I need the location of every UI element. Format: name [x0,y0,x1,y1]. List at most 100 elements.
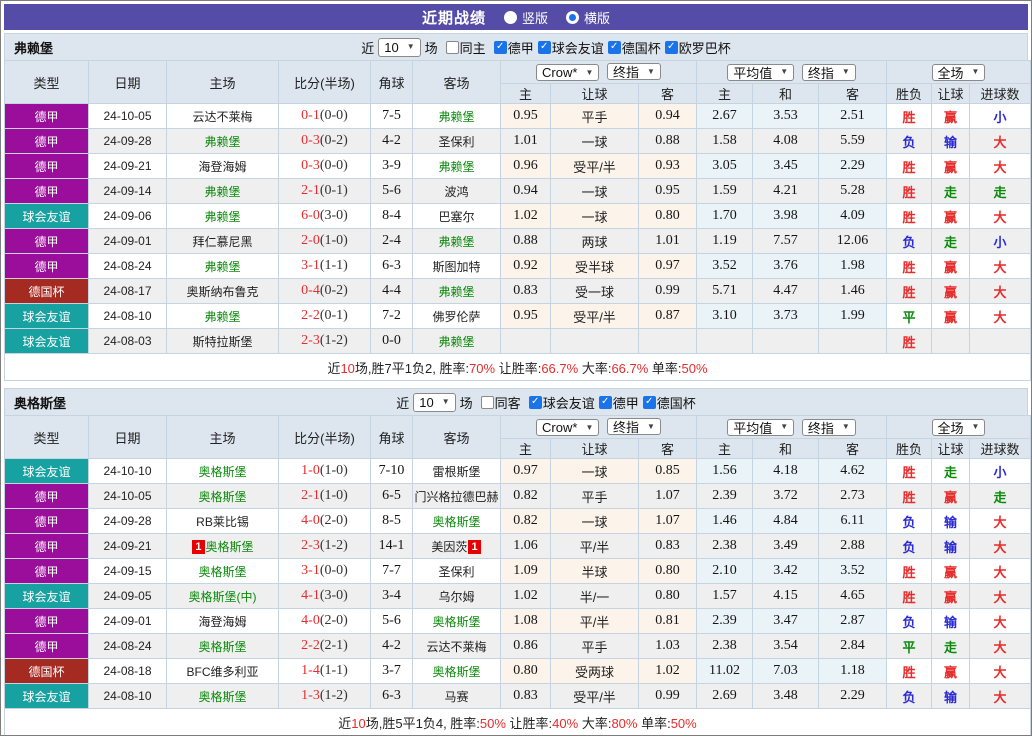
chevron-down-icon: ▼ [780,67,789,76]
date-cell: 24-09-01 [88,608,167,634]
odds-final-select[interactable]: 终指 ▼ [607,418,661,435]
home-team-cell: 海登海姆 [166,608,279,634]
league-cell: 德甲 [4,508,89,534]
fulltime-score: 0-1 [301,108,320,123]
checkbox-icon [642,395,656,409]
league-filter-checkbox[interactable]: 球会友谊 [528,393,595,412]
match-count-select[interactable]: 10 ▼ [378,37,421,57]
team-name-text: 弗赖堡 [438,284,475,299]
radio-label: 横版 [584,10,611,26]
match-count-select[interactable]: 10 ▼ [413,392,456,412]
league-filter-checkbox[interactable]: 德甲 [493,38,534,57]
result-cell: 胜 [886,558,932,584]
summary-text: 场,胜5平1负4, 胜率: [365,715,480,731]
halftime-score: (1-0) [319,233,348,248]
radio-vertical-layout[interactable]: 竖版 [503,8,548,27]
home-team-cell: 云达不莱梅 [166,103,279,129]
date-cell: 24-10-10 [88,458,167,484]
same-venue-checkbox[interactable]: 同客 [480,393,521,412]
odds-home-cell: 0.97 [500,458,551,484]
date-cell: 24-08-24 [88,253,167,279]
filter-controls: 近 10 ▼ 场 同主 德甲 球会友谊 德国杯 欧罗巴杯 [361,37,731,57]
summary-stat-value: 40% [552,715,579,731]
league-cell: 球会友谊 [4,328,89,354]
corners-cell: 5-6 [370,178,413,204]
odds-away-cell: 0.85 [638,458,697,484]
odds-group-header: Crow* ▼ 终指 ▼ [500,60,697,84]
fulltime-score: 6-0 [301,208,320,223]
goals-result-cell: 大 [968,683,1031,709]
odds-away-cell: 0.80 [638,203,697,229]
avg-draw-cell: 4.15 [752,583,819,609]
corners-cell: 3-9 [370,153,413,179]
odds-source-select[interactable]: Crow* ▼ [536,419,600,436]
corners-cell: 8-4 [370,203,413,229]
away-team-cell: 波鸿 [412,178,501,204]
match-row: 球会友谊 24-08-10 弗赖堡 2-2(0-1) 7-2 佛罗伦萨 0.95 受平/半 0.… [4,303,1031,329]
avg-source-value: 平均值 [733,420,773,436]
odds-home-cell: 0.82 [500,508,551,534]
team-name-text: 云达不莱梅 [192,109,253,124]
scope-select[interactable]: 全场 ▼ [931,418,986,436]
match-row: 德甲 24-10-05 云达不莱梅 0-1(0-0) 7-5 弗赖堡 0.95 平手 0.94 2… [4,103,1031,129]
league-filter-checkbox[interactable]: 欧罗巴杯 [664,38,731,57]
avg-source-select[interactable]: 平均值 ▼ [727,63,795,81]
checkbox-icon [480,395,494,409]
radio-horizontal-layout[interactable]: 横版 [566,8,610,27]
odds-home-cell: 1.06 [500,533,551,559]
avg-source-select[interactable]: 平均值 ▼ [727,418,795,436]
halftime-score: (0-1) [319,183,348,198]
league-filter-checkbox[interactable]: 德甲 [598,393,639,412]
col-header-score: 比分(半场) [278,60,371,104]
score-cell: 2-0(1-0) [278,228,371,254]
odds-final-value: 终指 [613,420,640,435]
league-cell: 德甲 [4,483,89,509]
away-team-cell: 奥格斯堡 [412,608,501,634]
chevron-down-icon: ▼ [585,67,594,77]
summary-text: 让胜率: [505,715,553,731]
avg-final-select[interactable]: 终指 ▼ [801,63,856,81]
score-cell: 1-0(1-0) [278,458,371,484]
avg-away-cell: 2.84 [818,633,887,659]
sub-header: 客 [818,438,887,459]
corners-cell: 14-1 [370,533,413,559]
avg-away-cell: 2.29 [818,683,887,709]
team-name: 弗赖堡 [14,40,54,56]
home-team-cell: 弗赖堡 [166,303,279,329]
away-team-cell: 门兴格拉德巴赫 [412,483,501,509]
col-header-away: 客场 [412,415,501,459]
date-cell: 24-10-05 [88,103,167,129]
league-filter-group: 球会友谊 德甲 德国杯 [525,393,696,412]
away-team-cell: 圣保利 [412,128,501,154]
score-cell: 1-4(1-1) [278,658,371,684]
match-row: 球会友谊 24-08-10 奥格斯堡 1-3(1-2) 6-3 马赛 0.83 受平/半 0.9… [4,683,1031,709]
avg-draw-cell: 7.57 [752,228,819,254]
avg-group-header: 平均值 ▼ 终指 ▼ [696,60,887,84]
league-filter-checkbox[interactable]: 球会友谊 [537,38,604,57]
home-team-cell: 弗赖堡 [166,178,279,204]
fulltime-score: 4-1 [301,588,320,603]
halftime-score: (0-2) [319,283,348,298]
odds-source-select[interactable]: Crow* ▼ [536,64,600,81]
avg-home-cell: 2.10 [696,558,753,584]
sub-header: 胜负 [886,83,932,104]
odds-home-cell: 0.96 [500,153,551,179]
corners-cell: 4-2 [370,128,413,154]
league-filter-label: 德甲 [612,395,639,411]
col-header-type: 类型 [4,415,89,459]
odds-away-cell: 0.97 [638,253,697,279]
halftime-score: (1-1) [319,258,348,273]
same-venue-checkbox[interactable]: 同主 [445,38,486,57]
halftime-score: (2-1) [319,638,348,653]
halftime-score: (3-0) [319,588,348,603]
avg-final-select[interactable]: 终指 ▼ [801,418,856,436]
scope-select[interactable]: 全场 ▼ [931,63,986,81]
odds-away-cell: 0.81 [638,608,697,634]
odds-final-select[interactable]: 终指 ▼ [607,63,661,80]
league-filter-checkbox[interactable]: 德国杯 [642,393,696,412]
handicap-result-cell: 走 [931,633,970,659]
league-filter-checkbox[interactable]: 德国杯 [607,38,661,57]
chevron-down-icon: ▼ [647,421,655,431]
halftime-score: (1-2) [319,688,348,703]
corners-cell: 7-7 [370,558,413,584]
